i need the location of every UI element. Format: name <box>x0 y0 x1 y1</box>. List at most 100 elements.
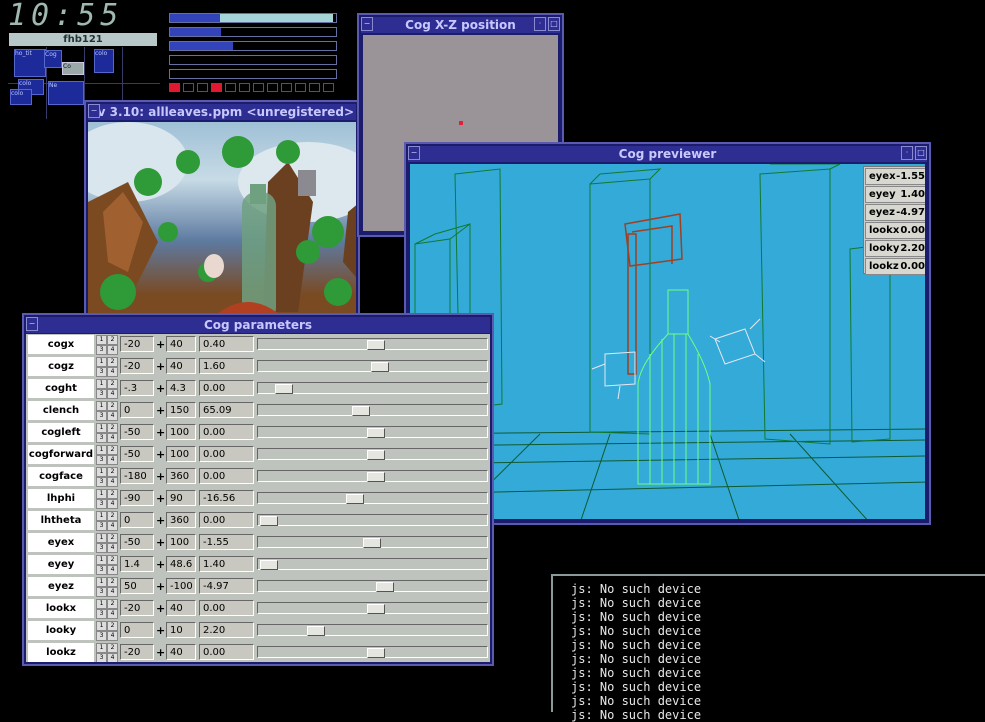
spin-1-button[interactable]: 1 <box>96 533 107 543</box>
spin-4-button[interactable]: 4 <box>107 477 118 487</box>
params-title[interactable]: Cog parameters <box>26 317 490 333</box>
precision-spinner[interactable]: 1234 <box>96 423 118 443</box>
value-field[interactable]: -1.55 <box>199 534 254 550</box>
min-field[interactable]: 0 <box>120 402 154 418</box>
spin-4-button[interactable]: 4 <box>107 411 118 421</box>
value-field[interactable]: 0.00 <box>199 468 254 484</box>
spin-2-button[interactable]: 2 <box>107 335 118 345</box>
slider-thumb[interactable] <box>367 340 385 350</box>
spin-3-button[interactable]: 3 <box>96 653 107 662</box>
spin-3-button[interactable]: 3 <box>96 587 107 597</box>
precision-spinner[interactable]: 1234 <box>96 577 118 597</box>
spin-3-button[interactable]: 3 <box>96 477 107 487</box>
value-field[interactable]: 0.00 <box>199 644 254 660</box>
spin-2-button[interactable]: 2 <box>107 401 118 411</box>
value-slider[interactable] <box>257 536 488 548</box>
max-field[interactable]: 100 <box>166 534 196 550</box>
value-slider[interactable] <box>257 382 488 394</box>
spin-1-button[interactable]: 1 <box>96 511 107 521</box>
max-field[interactable]: 48.6 <box>166 556 196 572</box>
min-field[interactable]: -90 <box>120 490 154 506</box>
value-field[interactable]: 1.40 <box>199 556 254 572</box>
slider-thumb[interactable] <box>260 516 278 526</box>
min-field[interactable]: -20 <box>120 358 154 374</box>
precision-spinner[interactable]: 1234 <box>96 643 118 662</box>
slider-thumb[interactable] <box>345 494 364 504</box>
min-field[interactable]: 50 <box>120 578 154 594</box>
value-field[interactable]: -16.56 <box>199 490 254 506</box>
spin-4-button[interactable]: 4 <box>107 653 118 662</box>
precision-spinner[interactable]: 1234 <box>96 445 118 465</box>
value-field[interactable]: 0.40 <box>199 336 254 352</box>
maximize-button[interactable]: □ <box>548 17 560 31</box>
spin-1-button[interactable]: 1 <box>96 599 107 609</box>
value-field[interactable]: 1.60 <box>199 358 254 374</box>
precision-spinner[interactable]: 1234 <box>96 357 118 377</box>
window-menu-button[interactable]: − <box>361 17 373 31</box>
window-menu-button[interactable]: − <box>26 317 38 331</box>
min-field[interactable]: -50 <box>120 534 154 550</box>
terminal-window[interactable]: js: No such device js: No such device js: … <box>551 574 985 722</box>
spin-2-button[interactable]: 2 <box>107 621 118 631</box>
pager-window[interactable]: colo <box>94 49 114 73</box>
value-slider[interactable] <box>257 426 488 438</box>
value-field[interactable]: 0.00 <box>199 380 254 396</box>
value-field[interactable]: 0.00 <box>199 512 254 528</box>
slider-thumb[interactable] <box>362 538 381 548</box>
value-slider[interactable] <box>257 492 488 504</box>
max-field[interactable]: 40 <box>166 358 196 374</box>
spin-1-button[interactable]: 1 <box>96 401 107 411</box>
slider-thumb[interactable] <box>367 648 385 658</box>
slider-thumb[interactable] <box>367 450 385 460</box>
spin-2-button[interactable]: 2 <box>107 467 118 477</box>
precision-spinner[interactable]: 1234 <box>96 621 118 641</box>
value-field[interactable]: 0.00 <box>199 424 254 440</box>
xv-title[interactable]: xv 3.10: allleaves.ppm <unregistered> <box>88 104 356 120</box>
spin-2-button[interactable]: 2 <box>107 379 118 389</box>
window-menu-button[interactable]: − <box>88 104 100 118</box>
value-slider[interactable] <box>257 404 488 416</box>
spin-3-button[interactable]: 3 <box>96 455 107 465</box>
precision-spinner[interactable]: 1234 <box>96 467 118 487</box>
max-field[interactable]: 360 <box>166 468 196 484</box>
spin-4-button[interactable]: 4 <box>107 499 118 509</box>
cog-parameters-window[interactable]: Cog parameters − cogx 1 2 3 4 -20 +40 0.40 cogz 1… <box>22 313 494 666</box>
value-slider[interactable] <box>257 646 488 658</box>
slider-thumb[interactable] <box>375 582 394 592</box>
spin-1-button[interactable]: 1 <box>96 489 107 499</box>
spin-4-button[interactable]: 4 <box>107 345 118 355</box>
spin-1-button[interactable]: 1 <box>96 379 107 389</box>
value-field[interactable]: 0.00 <box>199 600 254 616</box>
value-slider[interactable] <box>257 338 488 350</box>
spin-4-button[interactable]: 4 <box>107 631 118 641</box>
spin-4-button[interactable]: 4 <box>107 433 118 443</box>
min-field[interactable]: -.3 <box>120 380 154 396</box>
max-field[interactable]: 100 <box>166 424 196 440</box>
spin-4-button[interactable]: 4 <box>107 543 118 553</box>
min-field[interactable]: -20 <box>120 336 154 352</box>
value-field[interactable]: 2.20 <box>199 622 254 638</box>
pager-window[interactable]: colo <box>10 89 32 105</box>
min-field[interactable]: -50 <box>120 424 154 440</box>
pager-window-active[interactable]: Co <box>62 62 84 75</box>
xv-window[interactable]: xv 3.10: allleaves.ppm <unregistered> − <box>84 100 360 318</box>
spin-1-button[interactable]: 1 <box>96 577 107 587</box>
spin-3-button[interactable]: 3 <box>96 543 107 553</box>
precision-spinner[interactable]: 1234 <box>96 489 118 509</box>
min-field[interactable]: 1.4 <box>120 556 154 572</box>
value-slider[interactable] <box>257 558 488 570</box>
max-field[interactable]: 90 <box>166 490 196 506</box>
spin-2-button[interactable]: 2 <box>107 643 118 653</box>
spin-1-button[interactable]: 1 <box>96 467 107 477</box>
spin-3-button[interactable]: 3 <box>96 367 107 377</box>
value-field[interactable]: 0.00 <box>199 446 254 462</box>
value-slider[interactable] <box>257 580 488 592</box>
value-field[interactable]: 65.09 <box>199 402 254 418</box>
spin-2-button[interactable]: 2 <box>107 511 118 521</box>
spin-1-button[interactable]: 1 <box>96 621 107 631</box>
max-field[interactable]: 360 <box>166 512 196 528</box>
spin-1-button[interactable]: 1 <box>96 643 107 653</box>
window-menu-button[interactable]: − <box>408 146 420 160</box>
spin-2-button[interactable]: 2 <box>107 577 118 587</box>
min-field[interactable]: -180 <box>120 468 154 484</box>
